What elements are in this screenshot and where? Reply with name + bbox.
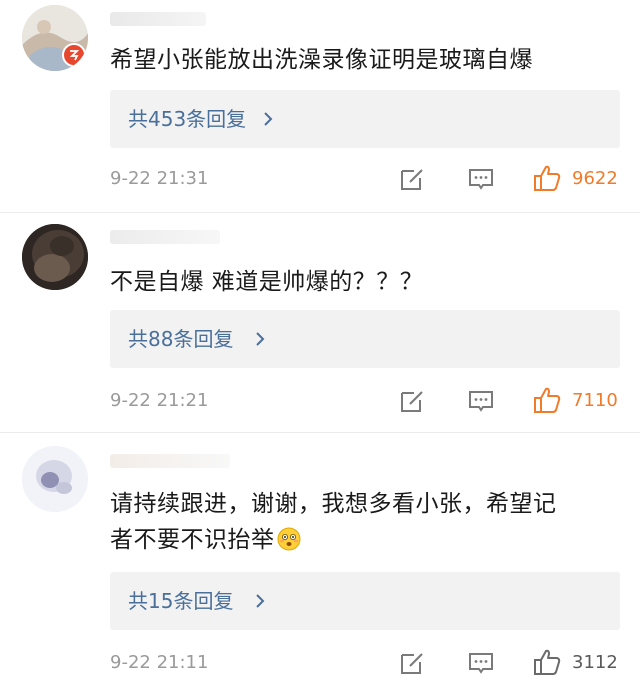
replies-count-label: 共88条回复 xyxy=(128,327,234,351)
chevron-right-icon xyxy=(256,594,265,608)
comment-meta: 9-22 21:31 9622 xyxy=(0,161,640,197)
timestamp: 9-22 21:21 xyxy=(110,390,209,411)
flushed-face-icon xyxy=(277,527,300,551)
like-count: 9622 xyxy=(572,168,618,189)
comment-item: 请持续跟进，谢谢，我想多看小张，希望记 者不要不识抬举 共15条回复 9-22 xyxy=(0,438,640,695)
comment-meta: 9-22 21:21 7110 xyxy=(0,383,640,419)
comment-text: 希望小张能放出洗澡录像证明是玻璃自爆 xyxy=(110,47,533,73)
repost-icon[interactable] xyxy=(398,387,426,415)
like-count: 7110 xyxy=(572,390,618,411)
comment-icon[interactable] xyxy=(467,165,495,193)
comment-text-line: 者不要不识抬举 xyxy=(110,522,616,558)
chevron-right-icon xyxy=(264,112,273,126)
comment-text: 请持续跟进，谢谢，我想多看小张，希望记 者不要不识抬举 xyxy=(110,486,616,558)
timestamp: 9-22 21:31 xyxy=(110,168,209,189)
username-blurred[interactable] xyxy=(110,12,206,26)
view-replies-button[interactable]: 共15条回复 xyxy=(110,572,620,630)
replies-count-label: 共15条回复 xyxy=(128,589,234,613)
comment-meta: 9-22 21:11 3112 xyxy=(0,645,640,681)
like-thumb-icon[interactable] xyxy=(532,163,562,193)
username-blurred[interactable] xyxy=(110,230,220,244)
comment-icon[interactable] xyxy=(467,387,495,415)
avatar[interactable] xyxy=(22,5,88,71)
avatar[interactable] xyxy=(22,224,88,290)
divider xyxy=(0,212,640,213)
timestamp: 9-22 21:11 xyxy=(110,652,209,673)
comment-icon[interactable] xyxy=(467,649,495,677)
username-blurred[interactable] xyxy=(110,454,230,468)
comment-item: 希望小张能放出洗澡录像证明是玻璃自爆 共453条回复 9-22 21:31 96… xyxy=(0,0,640,210)
view-replies-button[interactable]: 共88条回复 xyxy=(110,310,620,368)
comment-item: 不是自爆 难道是帅爆的？？？ 共88条回复 9-22 21:21 7110 xyxy=(0,218,640,428)
divider xyxy=(0,432,640,433)
verified-badge-icon xyxy=(62,43,86,67)
repost-icon[interactable] xyxy=(398,649,426,677)
like-thumb-icon[interactable] xyxy=(532,647,562,677)
comment-text-line: 请持续跟进，谢谢，我想多看小张，希望记 xyxy=(110,491,557,517)
comment-text-segment: 者不要不识抬举 xyxy=(110,527,275,553)
repost-icon[interactable] xyxy=(398,165,426,193)
comment-feed: 希望小张能放出洗澡录像证明是玻璃自爆 共453条回复 9-22 21:31 96… xyxy=(0,0,640,695)
avatar[interactable] xyxy=(22,446,88,512)
comment-text: 不是自爆 难道是帅爆的？？？ xyxy=(110,269,424,295)
chevron-right-icon xyxy=(256,332,265,346)
like-thumb-icon[interactable] xyxy=(532,385,562,415)
like-count: 3112 xyxy=(572,652,618,673)
view-replies-button[interactable]: 共453条回复 xyxy=(110,90,620,148)
replies-count-label: 共453条回复 xyxy=(128,107,247,131)
